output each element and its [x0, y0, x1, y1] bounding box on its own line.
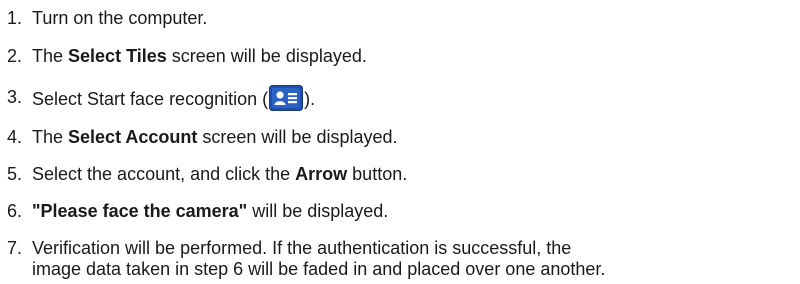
step-text: Turn on the computer. — [32, 8, 208, 28]
step-number: 3. — [7, 87, 23, 107]
step-number: 1. — [7, 8, 23, 28]
button-name-arrow: Arrow — [295, 164, 348, 184]
step-text: The Select Tiles screen will be displaye… — [32, 44, 367, 68]
step-text-post: ). — [304, 89, 316, 109]
step-text-post: will be displayed. — [247, 201, 389, 221]
step-text-pre: The — [32, 127, 69, 147]
step-text-post: screen will be displayed. — [166, 46, 367, 66]
step-text: The Select Account screen will be displa… — [32, 125, 398, 149]
step-number: 2. — [7, 46, 23, 66]
screen-name-select-account: Select Account — [68, 127, 198, 147]
screen-name-select-tiles: Select Tiles — [68, 46, 167, 66]
instruction-steps: 1. Turn on the computer. 2. The Select T… — [0, 0, 800, 281]
step-number: 5. — [7, 164, 23, 184]
step-text: "Please face the camera" will be display… — [32, 199, 388, 223]
step-text-pre: Select the account, and click the — [32, 164, 296, 184]
step-text: Select Start face recognition ( ). — [32, 85, 315, 111]
step-text-pre: The — [32, 46, 69, 66]
step-text-post: button. — [347, 164, 408, 184]
step-number: 6. — [7, 201, 23, 221]
step-text-post: screen will be displayed. — [197, 127, 398, 147]
step-text-pre: Select Start face recognition ( — [32, 89, 269, 109]
face-recognition-tile-icon — [269, 85, 304, 111]
message-please-face-camera: "Please face the camera" — [32, 201, 248, 221]
step-text: Select the account, and click the Arrow … — [32, 162, 407, 186]
step-number: 4. — [7, 127, 23, 147]
step-text-line-2: image data taken in step 6 will be faded… — [32, 259, 606, 279]
step-number: 7. — [7, 238, 23, 258]
step-7: 7. Verification will be performed. If th… — [0, 236, 800, 284]
